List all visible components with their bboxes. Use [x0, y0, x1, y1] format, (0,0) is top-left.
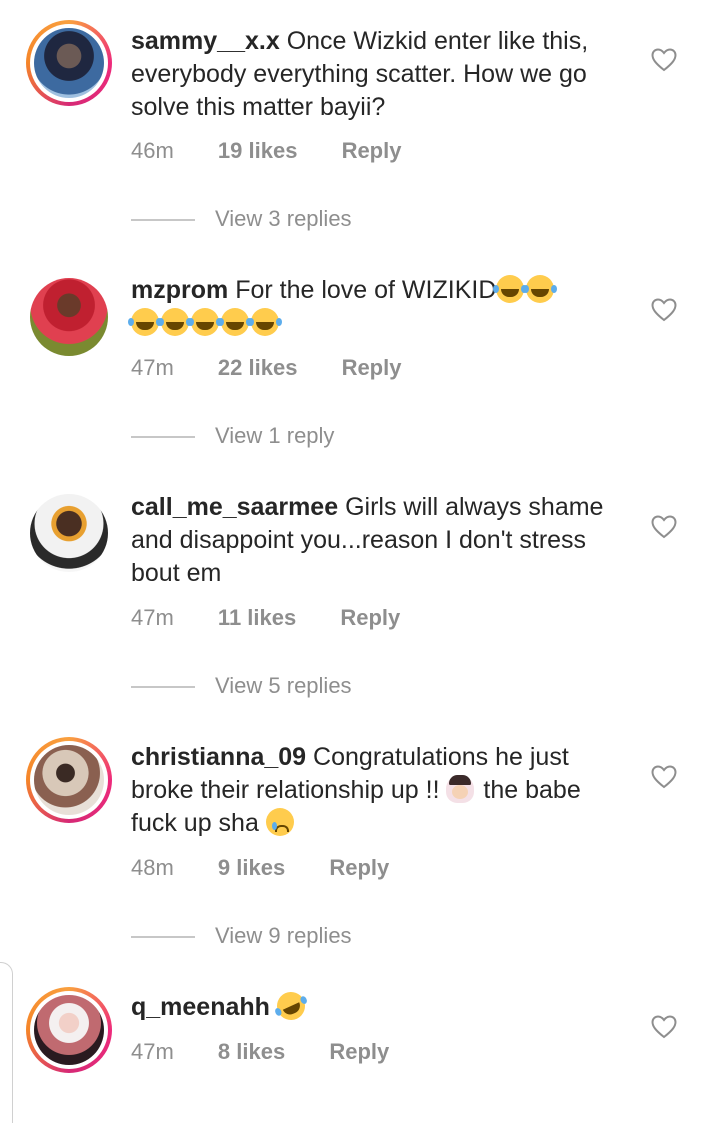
reply-button[interactable]: Reply [329, 1039, 389, 1065]
comment-meta: 47m 11 likes Reply [131, 605, 400, 631]
comment-time: 47m [131, 355, 174, 380]
reply-button[interactable]: Reply [340, 605, 400, 631]
comment-body: call_me_saarmee Girls will always shame … [131, 491, 631, 590]
face-with-tears-of-joy-icon [523, 275, 555, 303]
comment-body: mzprom For the love of WIZIKID [128, 274, 631, 340]
view-replies-label: View 5 replies [215, 673, 352, 698]
comment-time: 47m [131, 1039, 174, 1064]
avatar [34, 995, 104, 1065]
face-with-tears-of-joy-icon [188, 308, 219, 336]
like-heart-icon[interactable] [651, 765, 677, 789]
avatar-frame[interactable] [26, 274, 112, 360]
face-with-tears-of-joy-icon [218, 308, 249, 336]
face-with-tears-of-joy-icon [128, 308, 159, 336]
comment-username[interactable]: call_me_saarmee [131, 493, 338, 521]
reply-button[interactable]: Reply [342, 355, 402, 381]
reply-button[interactable]: Reply [329, 855, 389, 881]
comment-username[interactable]: mzprom [131, 276, 228, 304]
scroll-edge-indicator [0, 962, 13, 1123]
avatar-story-ring[interactable] [26, 987, 112, 1073]
view-replies-label: View 9 replies [215, 923, 352, 948]
replies-divider [131, 936, 195, 938]
avatar [34, 28, 104, 98]
crying-face-icon [265, 808, 294, 836]
view-replies-button[interactable]: View 9 replies [131, 923, 352, 949]
comment-meta: 46m 19 likes Reply [131, 138, 401, 164]
comment-text: For the love of WIZIKID [235, 276, 497, 304]
avatar [34, 745, 104, 815]
comment-meta: 47m 8 likes Reply [131, 1039, 389, 1065]
view-replies-button[interactable]: View 3 replies [131, 206, 352, 232]
avatar [30, 278, 108, 356]
comment-body: sammy__x.x Once Wizkid enter like this, … [131, 25, 631, 124]
replies-divider [131, 436, 195, 438]
facepalm-icon [446, 775, 475, 803]
reply-button[interactable]: Reply [342, 138, 402, 164]
comment-body: christianna_09 Congratulations he just b… [131, 741, 631, 840]
avatar [30, 494, 108, 572]
comment-username[interactable]: sammy__x.x [131, 27, 280, 55]
comment-meta: 48m 9 likes Reply [131, 855, 389, 881]
like-heart-icon[interactable] [651, 515, 677, 539]
replies-divider [131, 219, 195, 221]
avatar-frame[interactable] [26, 490, 112, 576]
comment-meta: 47m 22 likes Reply [131, 355, 401, 381]
view-replies-button[interactable]: View 5 replies [131, 673, 352, 699]
comment-likes[interactable]: 11 likes [218, 605, 296, 631]
face-with-tears-of-joy-icon [248, 308, 279, 336]
comment-likes[interactable]: 9 likes [218, 855, 285, 881]
avatar-story-ring[interactable] [26, 20, 112, 106]
like-heart-icon[interactable] [651, 48, 677, 72]
comment-likes[interactable]: 8 likes [218, 1039, 285, 1065]
comment-likes[interactable]: 22 likes [218, 355, 298, 381]
face-with-tears-of-joy-icon [493, 275, 525, 303]
comment-likes[interactable]: 19 likes [218, 138, 298, 164]
rolling-on-floor-laughing-icon [272, 987, 310, 1025]
view-replies-label: View 1 reply [215, 423, 335, 448]
comment-username[interactable]: q_meenahh [131, 993, 270, 1021]
comment-username[interactable]: christianna_09 [131, 743, 306, 771]
comment-time: 46m [131, 138, 174, 163]
comment-time: 48m [131, 855, 174, 880]
replies-divider [131, 686, 195, 688]
view-replies-label: View 3 replies [215, 206, 352, 231]
avatar-story-ring[interactable] [26, 737, 112, 823]
comment-time: 47m [131, 605, 174, 630]
face-with-tears-of-joy-icon [158, 308, 189, 336]
comment-body: q_meenahh [131, 987, 631, 1025]
view-replies-button[interactable]: View 1 reply [131, 423, 334, 449]
like-heart-icon[interactable] [651, 1015, 677, 1039]
like-heart-icon[interactable] [651, 298, 677, 322]
